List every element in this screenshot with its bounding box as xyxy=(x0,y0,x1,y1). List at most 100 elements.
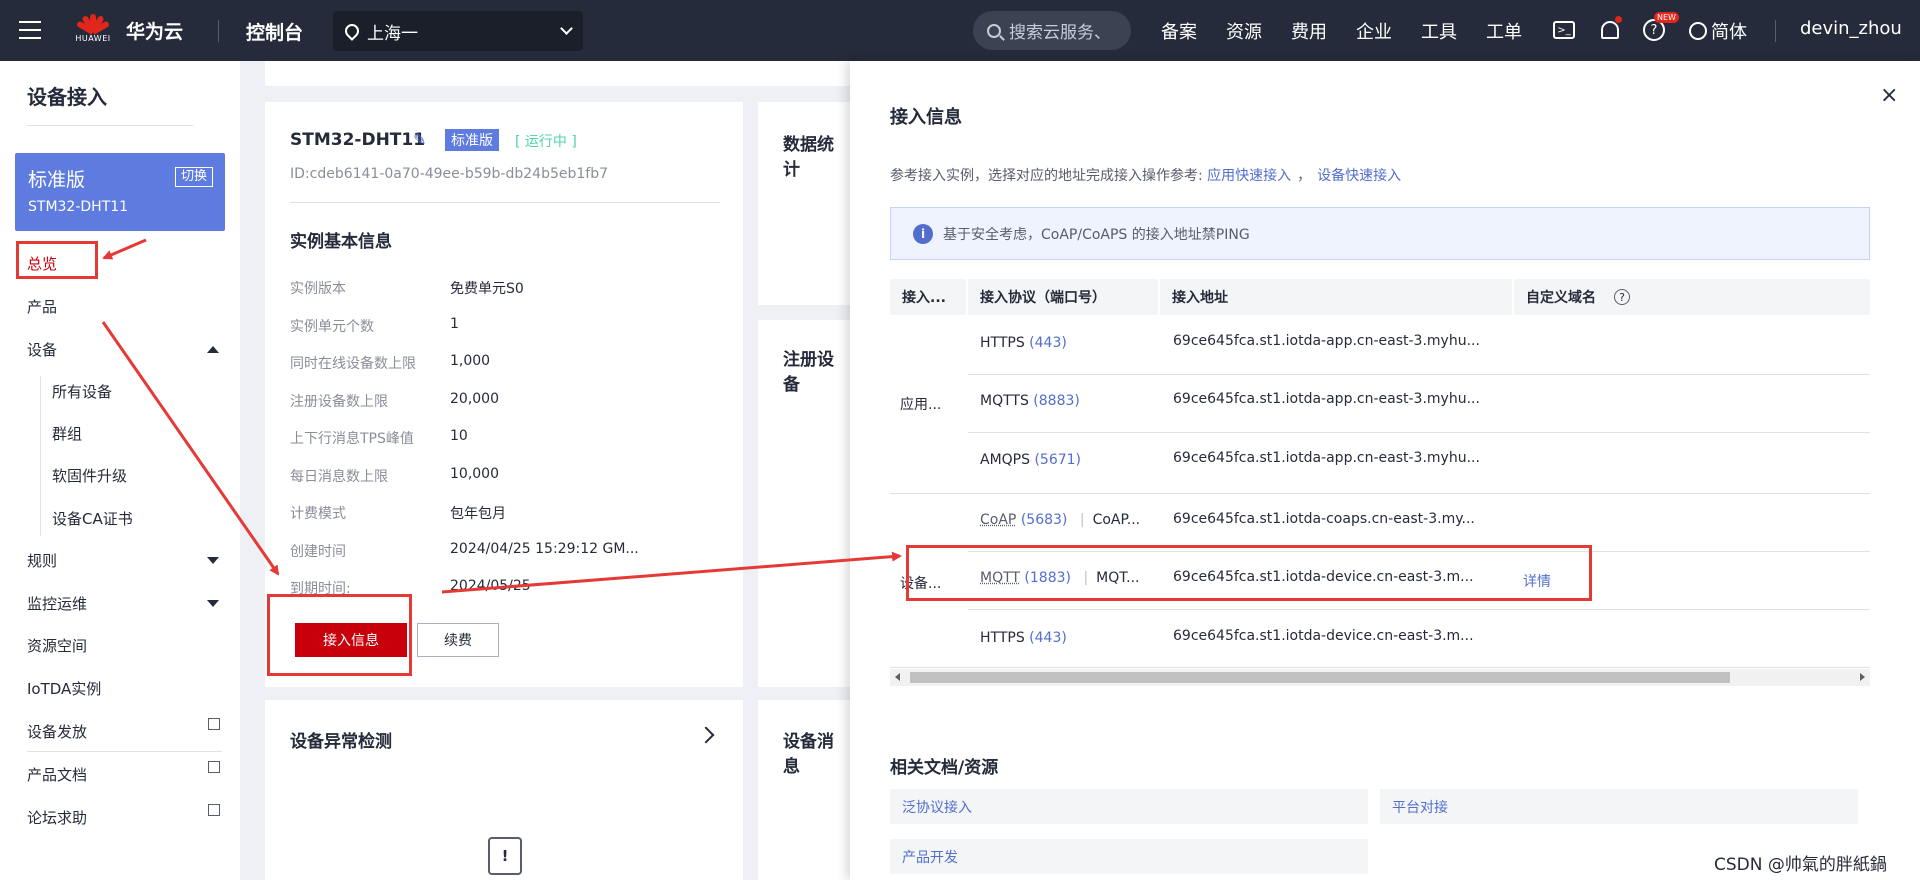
search-box[interactable]: 搜索云服务、 xyxy=(973,11,1131,50)
sidebar-item-device[interactable]: 设备 xyxy=(27,339,57,360)
help-question-icon[interactable]: ? xyxy=(1614,289,1630,305)
sidebar-item-firmware[interactable]: 软固件升级 xyxy=(52,465,127,486)
highlight-box-access-button xyxy=(267,594,412,676)
logo-text: HUAWEI xyxy=(75,34,111,43)
scroll-right-arrow-icon[interactable] xyxy=(1860,673,1865,681)
sidebar-item-forum[interactable]: 论坛求助 xyxy=(27,807,87,828)
edit-icon[interactable]: ✎ xyxy=(413,130,426,149)
info-key: 同时在线设备数上限 xyxy=(290,356,416,372)
col-custom-domain: 自定义域名? xyxy=(1514,279,1870,315)
notification-bell-icon[interactable] xyxy=(1596,16,1624,44)
sidebar-item-monitor[interactable]: 监控运维 xyxy=(27,593,87,614)
section-basic-info: 实例基本信息 xyxy=(290,232,392,252)
console-link[interactable]: 控制台 xyxy=(246,18,303,45)
location-pin-icon xyxy=(342,21,362,41)
caret-down-icon[interactable] xyxy=(207,600,219,607)
edition-card: 标准版 切换 STM32-DHT11 xyxy=(15,153,225,231)
instance-id: ID:cdeb6141-0a70-49ee-b59b-db24b5eb1fb7 xyxy=(290,166,608,182)
new-badge: NEW xyxy=(1654,12,1679,23)
anomaly-title: 设备异常检测 xyxy=(290,732,392,752)
app-quick-access-link[interactable]: 应用快速接入 xyxy=(1207,168,1291,184)
table-row: HTTPS (443) xyxy=(980,335,1067,351)
scrollbar-thumb[interactable] xyxy=(910,672,1730,683)
protocol-name-secondary[interactable]: CoAP... xyxy=(1093,512,1141,528)
info-value: 1 xyxy=(450,316,459,332)
row-divider xyxy=(968,432,1870,433)
info-value: 2024/05/25 xyxy=(450,578,531,594)
access-address[interactable]: 69ce645fca.st1.iotda-app.cn-east-3.myhu.… xyxy=(1173,333,1480,349)
empty-warning-icon: ! xyxy=(488,837,522,875)
nav-tools[interactable]: 工具 xyxy=(1421,18,1457,44)
brand-name[interactable]: 华为云 xyxy=(126,17,183,44)
sidebar-item-ca[interactable]: 设备CA证书 xyxy=(52,508,133,529)
sidebar-item-iotda[interactable]: IoTDA实例 xyxy=(27,678,101,699)
registered-title: 注册设备 xyxy=(783,350,834,395)
unread-dot xyxy=(1615,16,1622,23)
user-menu[interactable]: devin_zhou xyxy=(1800,18,1902,39)
renew-button[interactable]: 续费 xyxy=(417,623,499,657)
sidebar-item-all-devices[interactable]: 所有设备 xyxy=(52,381,112,402)
access-info-drawer: 接入信息 × 参考接入实例，选择对应的地址完成接入操作参考: 应用快速接入 ， 设备… xyxy=(850,61,1920,880)
table-row: CoAP (5683) | CoAP... xyxy=(980,512,1140,528)
language-label: 简体 xyxy=(1711,22,1747,43)
divider xyxy=(218,20,219,42)
access-address[interactable]: 69ce645fca.st1.iotda-device.cn-east-3.m.… xyxy=(1173,628,1474,644)
external-link-icon xyxy=(208,761,220,773)
protocol-name[interactable]: CoAP xyxy=(980,512,1016,528)
doc-link-generic-protocol[interactable]: 泛协议接入 xyxy=(890,789,1368,824)
scroll-left-arrow-icon[interactable] xyxy=(895,673,900,681)
search-icon xyxy=(987,23,1001,38)
chevron-down-icon xyxy=(560,22,573,35)
doc-link-product-dev[interactable]: 产品开发 xyxy=(890,839,1368,874)
info-value: 20,000 xyxy=(450,391,499,407)
protocol-name: HTTPS xyxy=(980,335,1025,351)
close-icon[interactable]: × xyxy=(1880,83,1898,108)
messages-card: 设备消息 xyxy=(758,700,850,880)
top-navbar: HUAWEI 华为云 控制台 上海一 搜索云服务、 备案 资源 费用 企业 工具… xyxy=(0,0,1920,61)
region-selector[interactable]: 上海一 xyxy=(333,11,583,51)
group-divider xyxy=(890,493,1870,494)
sidebar-item-provision[interactable]: 设备发放 xyxy=(27,721,87,742)
horizontal-scrollbar[interactable] xyxy=(890,669,1870,686)
info-value: 10,000 xyxy=(450,466,499,482)
tree-line xyxy=(40,376,41,536)
doc-link-platform[interactable]: 平台对接 xyxy=(1380,789,1858,824)
language-switch[interactable]: 简体 xyxy=(1689,18,1747,44)
instance-name: STM32-DHT11 xyxy=(28,199,129,215)
hamburger-menu-icon[interactable] xyxy=(18,18,42,42)
port-number: (5683) xyxy=(1020,512,1068,528)
caret-down-icon[interactable] xyxy=(207,557,219,564)
access-address[interactable]: 69ce645fca.st1.iotda-coaps.cn-east-3.my.… xyxy=(1173,511,1475,527)
table-row: MQTTS (8883) xyxy=(980,393,1080,409)
nav-beian[interactable]: 备案 xyxy=(1161,18,1197,44)
sidebar-item-resource-space[interactable]: 资源空间 xyxy=(27,635,87,656)
search-placeholder: 搜索云服务、 xyxy=(1009,23,1111,43)
watermark: CSDN @帅氣的胖紙鍋 xyxy=(1714,855,1887,875)
huawei-logo[interactable]: HUAWEI xyxy=(72,10,114,50)
messages-title: 设备消息 xyxy=(783,732,834,777)
nav-resources[interactable]: 资源 xyxy=(1226,18,1262,44)
sidebar-item-product[interactable]: 产品 xyxy=(27,296,57,317)
access-address[interactable]: 69ce645fca.st1.iotda-app.cn-east-3.myhu.… xyxy=(1173,391,1480,407)
huawei-flower-icon xyxy=(75,10,111,35)
nav-tickets[interactable]: 工单 xyxy=(1486,18,1522,44)
notice-text: 基于安全考虑，CoAP/CoAPS 的接入地址禁PING xyxy=(943,226,1250,243)
edition-name: 标准版 xyxy=(28,169,86,191)
sidebar-item-rules[interactable]: 规则 xyxy=(27,550,57,571)
info-value: 免费单元S0 xyxy=(450,281,524,297)
nav-billing[interactable]: 费用 xyxy=(1291,18,1327,44)
help-icon[interactable]: ? NEW xyxy=(1640,12,1679,44)
nav-enterprise[interactable]: 企业 xyxy=(1356,18,1392,44)
port-number: (443) xyxy=(1029,630,1067,646)
caret-up-icon[interactable] xyxy=(207,346,219,353)
cloud-shell-icon[interactable]: >_ xyxy=(1550,16,1578,44)
col-access-type: 接入... xyxy=(890,279,966,315)
access-address[interactable]: 69ce645fca.st1.iotda-app.cn-east-3.myhu.… xyxy=(1173,450,1480,466)
device-quick-access-link[interactable]: 设备快速接入 xyxy=(1317,168,1401,184)
sidebar-item-product-docs[interactable]: 产品文档 xyxy=(27,764,87,785)
info-icon: i xyxy=(913,223,933,244)
row-divider xyxy=(968,374,1870,375)
switch-button[interactable]: 切换 xyxy=(174,167,213,187)
col-address: 接入地址 xyxy=(1160,279,1512,315)
sidebar-item-group[interactable]: 群组 xyxy=(52,423,82,444)
